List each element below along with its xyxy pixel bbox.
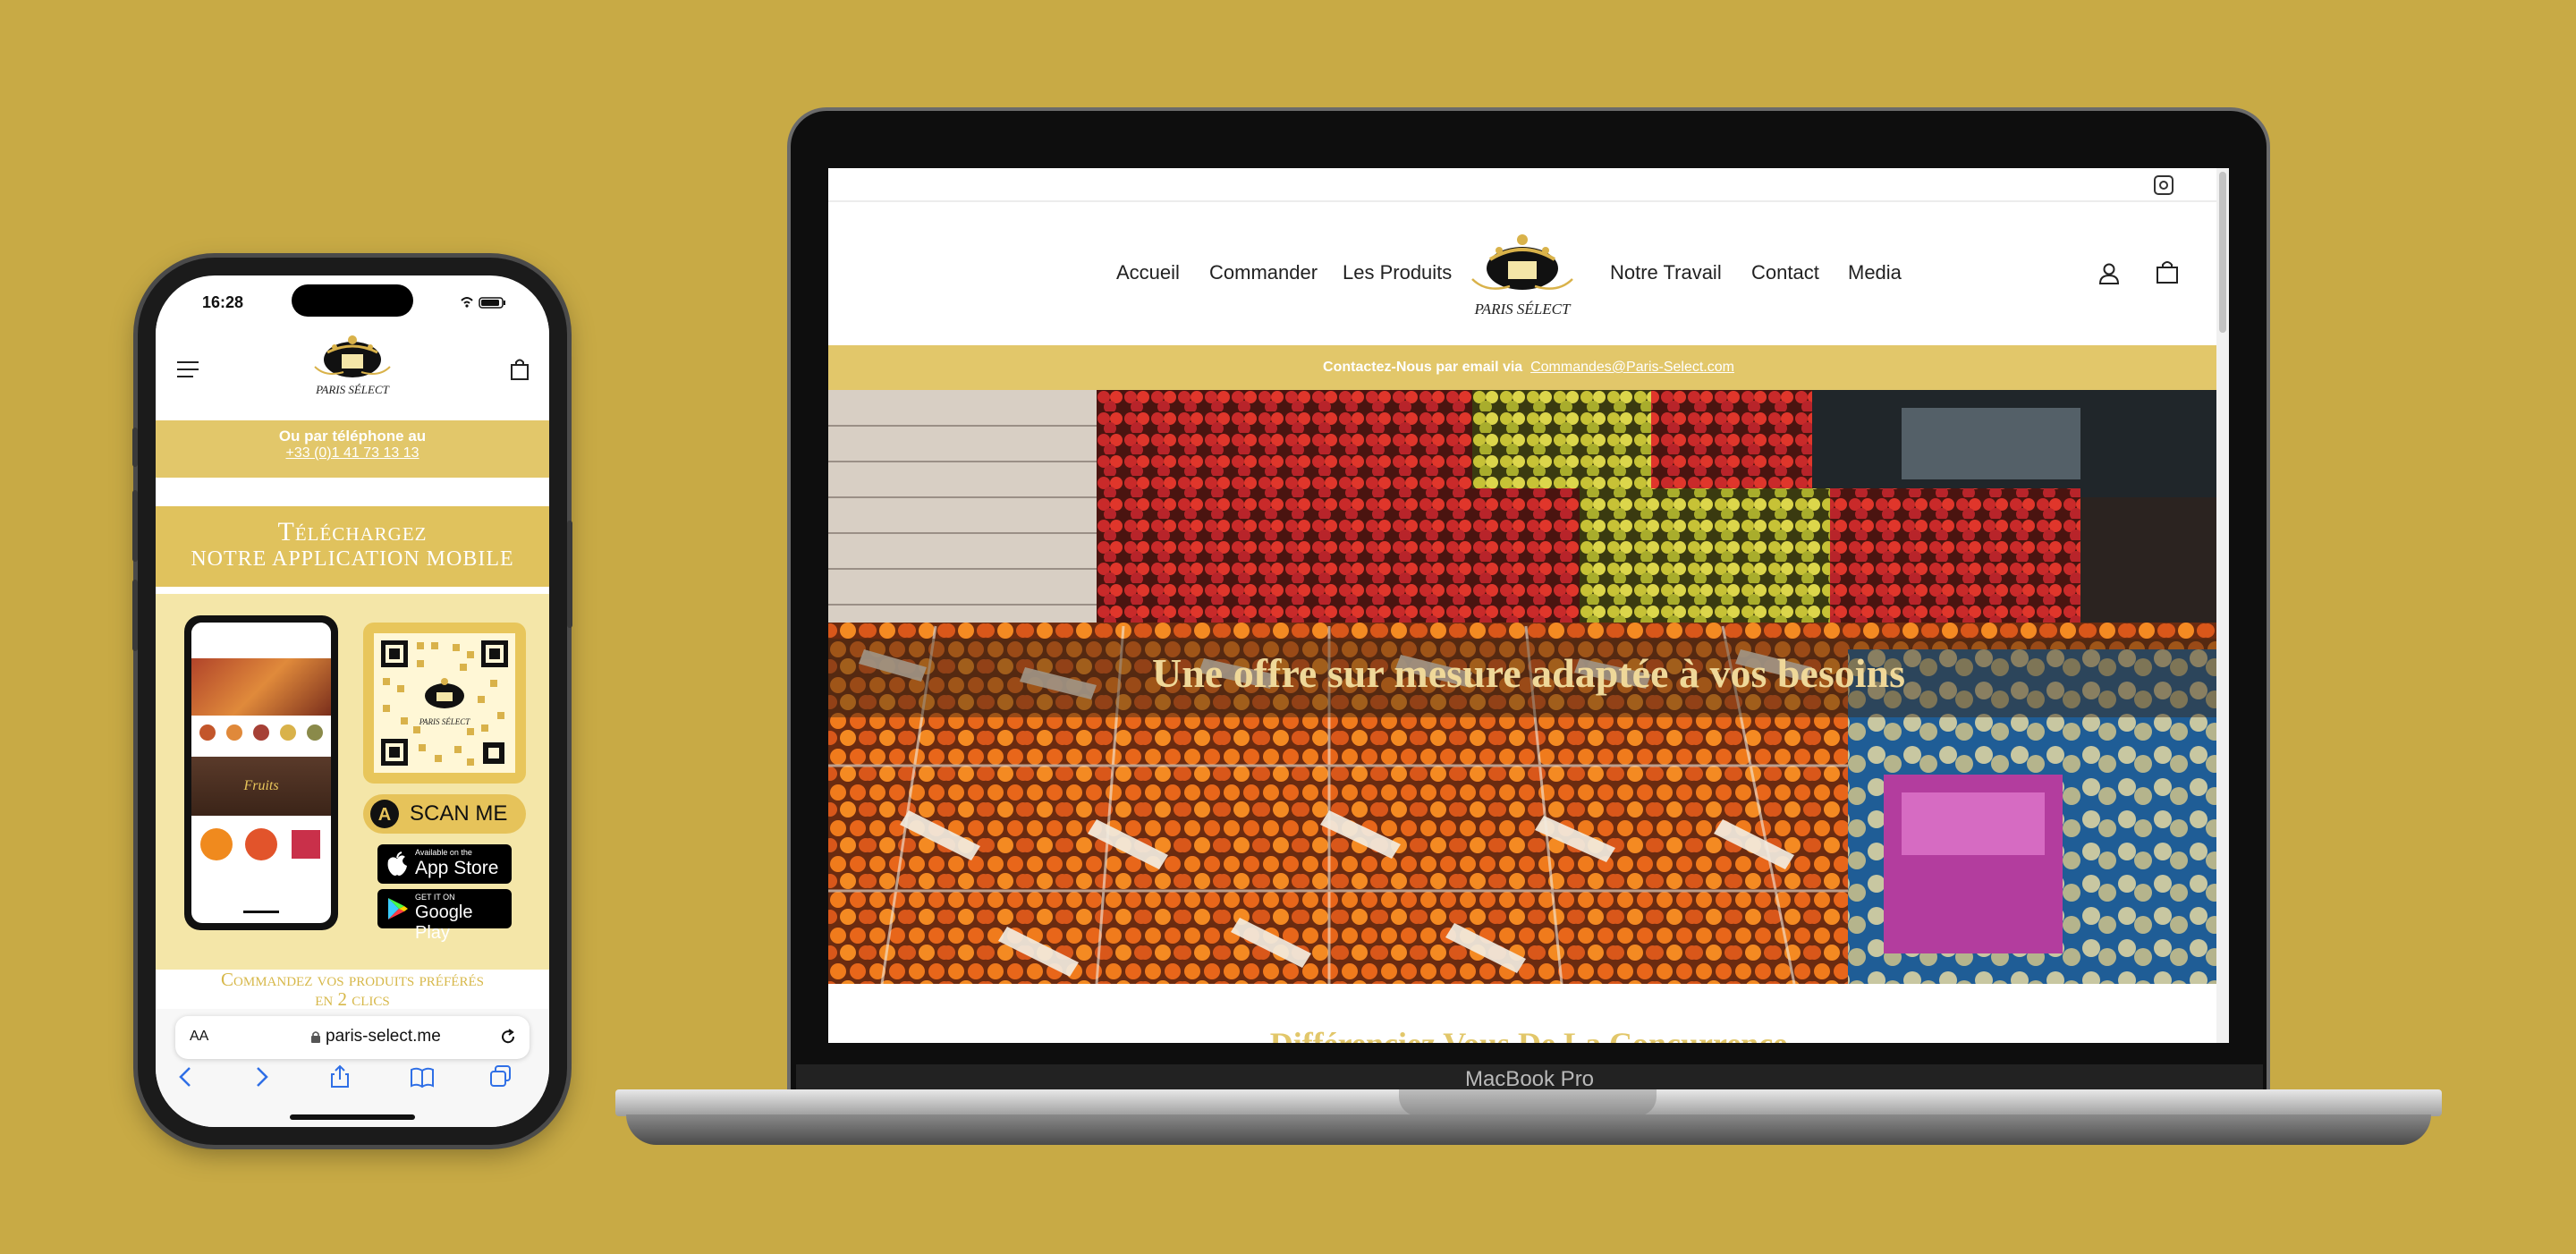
google-play-button[interactable]: GET IT ON Google Play <box>377 889 512 943</box>
lock-icon <box>311 1031 320 1043</box>
preview-header <box>191 623 331 658</box>
forward-icon[interactable] <box>249 1064 274 1089</box>
nav-contact[interactable]: Contact <box>1751 261 1819 284</box>
phone-site-header: PARIS SÉLECT <box>156 322 549 411</box>
reader-mode-button[interactable]: AA <box>190 1029 208 1045</box>
preview-fruits-banner: Fruits <box>191 757 331 816</box>
commandez-line1: Commandez vos produits préférés <box>221 969 484 990</box>
tel-label: Ou par téléphone au <box>278 428 427 445</box>
cart-icon[interactable] <box>2156 259 2179 284</box>
tabs-icon[interactable] <box>488 1064 513 1089</box>
app-store-label: App Store <box>415 858 499 878</box>
commandez-line2: en 2 clics <box>315 988 390 1010</box>
laptop-base-bottom <box>626 1114 2431 1145</box>
nav-les-produits[interactable]: Les Produits <box>1343 261 1452 284</box>
app-store-button[interactable]: Available on the App Store <box>377 844 512 884</box>
phone-contact-banner: Ou par téléphone au +33 (0)1 41 73 13 13 <box>156 420 549 478</box>
phone-mute-button <box>132 428 138 467</box>
utility-bar-divider <box>828 200 2229 202</box>
preview-hero-image <box>191 658 331 716</box>
wifi-battery-icon <box>461 297 505 309</box>
laptop-opening-notch <box>1399 1089 1657 1116</box>
qr-brand-label: PARIS SÉLECT <box>419 717 470 726</box>
section-title: Différenciez Vous De La Concurrence <box>828 1025 2229 1043</box>
status-time: 16:28 <box>202 293 244 311</box>
preview-home-indicator <box>243 911 279 913</box>
bookmarks-icon[interactable] <box>410 1064 435 1089</box>
nav-notre-travail[interactable]: Notre Travail <box>1610 261 1722 284</box>
crown-logo[interactable] <box>1467 227 1578 304</box>
scrollbar-thumb[interactable] <box>2219 172 2226 333</box>
laptop-screen: Accueil Commander Les Produits Notre Tra… <box>828 168 2229 1043</box>
safari-address-bar[interactable]: AA paris-select.me <box>175 1016 530 1059</box>
commandez-heading: Commandez vos produits préférés en 2 cli… <box>156 970 549 1013</box>
preview-category-row <box>199 723 324 742</box>
scan-me-badge[interactable]: A SCAN ME <box>363 794 526 834</box>
status-bar: 16:28 <box>156 275 549 322</box>
google-play-label: Google Play <box>415 902 473 943</box>
nav-media[interactable]: Media <box>1848 261 1902 284</box>
announcement-bar: Contactez-Nous par email via Commandes@P… <box>828 345 2229 390</box>
home-indicator <box>290 1114 415 1120</box>
nav-accueil[interactable]: Accueil <box>1116 261 1180 284</box>
qr-code[interactable]: PARIS SÉLECT <box>374 633 515 773</box>
brand-wordmark: PARIS SÉLECT <box>1474 301 1571 318</box>
svg-text:A: A <box>378 805 391 825</box>
phone-volume-down-button <box>132 580 138 651</box>
google-play-small-label: GET IT ON <box>415 893 455 902</box>
email-link[interactable]: Commandes@Paris-Select.com <box>1530 360 1734 375</box>
brand-wordmark: PARIS SÉLECT <box>316 383 389 396</box>
cart-icon[interactable] <box>510 358 530 381</box>
app-preview-screen: Fruits <box>191 623 331 923</box>
nav-commander[interactable]: Commander <box>1209 261 1318 284</box>
instagram-icon[interactable] <box>2154 175 2174 195</box>
phone-volume-up-button <box>132 490 138 562</box>
google-play-icon <box>388 898 408 919</box>
phone-screen: 16:28 PARIS SÉLECT Ou par téléphone au +… <box>156 275 549 1127</box>
announcement-text: Contactez-Nous par email via <box>1323 360 1523 375</box>
app-letter-icon: A <box>370 800 399 828</box>
url-text: paris-select.me <box>326 1027 441 1046</box>
app-store-small-label: Available on the <box>415 848 472 857</box>
model-label: MacBook Pro <box>1464 1067 1595 1091</box>
tel-link[interactable]: +33 (0)1 41 73 13 13 <box>156 445 549 462</box>
crown-logo[interactable] <box>308 331 397 383</box>
scan-me-label: SCAN ME <box>410 801 508 826</box>
apple-icon <box>387 852 407 876</box>
reload-icon[interactable] <box>499 1028 517 1046</box>
account-icon[interactable] <box>2098 262 2120 285</box>
phone-power-button <box>567 521 572 628</box>
share-icon[interactable] <box>327 1064 352 1089</box>
dynamic-island <box>292 284 413 317</box>
back-icon[interactable] <box>174 1064 199 1089</box>
hamburger-menu-icon[interactable] <box>175 360 200 379</box>
hero-title: Une offre sur mesure adaptée à vos besoi… <box>1151 650 1906 696</box>
download-subtitle: NOTRE APPLICATION MOBILE <box>191 547 514 571</box>
download-app-banner: Téléchargez NOTRE APPLICATION MOBILE <box>156 506 549 587</box>
preview-product-row <box>199 825 324 864</box>
download-title: Téléchargez <box>277 517 428 547</box>
preview-fruits-label: Fruits <box>243 778 279 793</box>
